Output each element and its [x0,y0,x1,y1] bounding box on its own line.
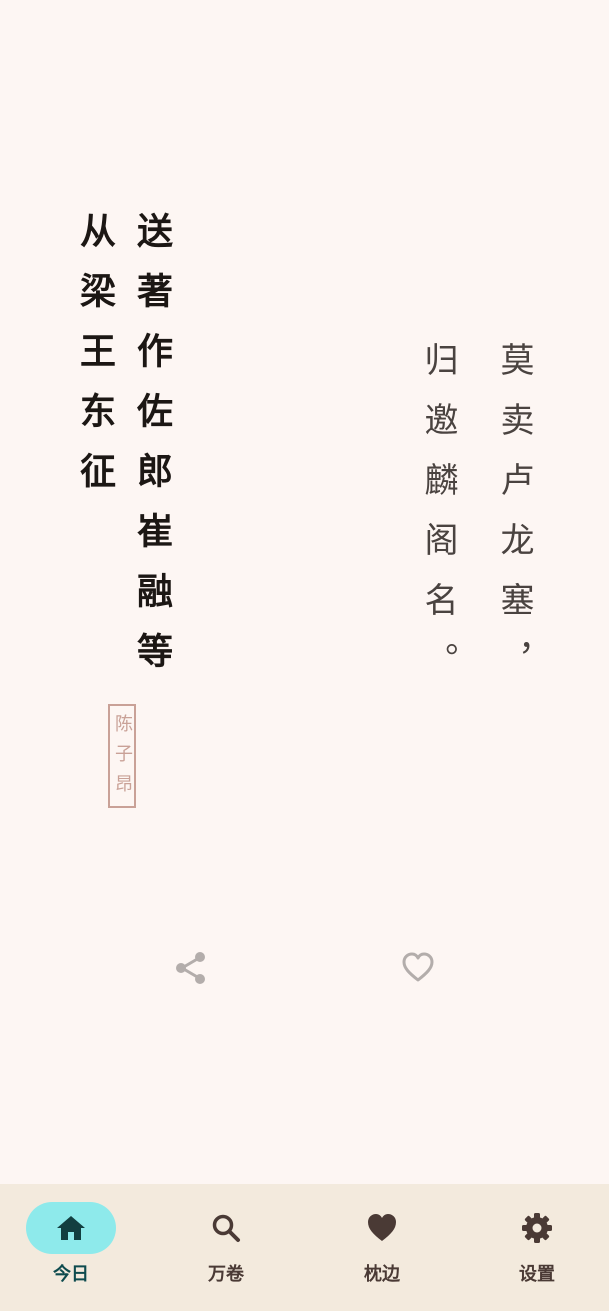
nav-item-favorites[interactable]: 枕边 [317,1184,447,1311]
nav-item-settings[interactable]: 设置 [472,1184,602,1311]
poem-title-line-1: 送著作佐郎崔融等 [131,212,173,692]
nav-item-today[interactable]: 今日 [6,1184,136,1311]
heart-icon [368,1214,396,1241]
search-icon [212,1214,240,1242]
poem-title-line-2: 从梁王东征 [74,212,116,512]
nav-active-indicator [26,1202,116,1254]
nav-label-settings: 设置 [519,1264,555,1285]
verse-line-1: 莫卖卢龙塞， [494,342,534,702]
nav-label-favorites: 枕边 [364,1264,400,1285]
home-icon [57,1216,85,1240]
nav-item-search[interactable]: 万卷 [161,1184,291,1311]
nav-label-search: 万卷 [208,1264,244,1285]
bottom-navigation: 今日 万卷 枕边 设置 [0,1184,609,1311]
share-icon[interactable] [174,951,208,985]
nav-label-today: 今日 [53,1264,89,1285]
author-seal[interactable]: 陈子昂 [108,704,136,808]
heart-outline-icon[interactable] [401,951,435,985]
gear-icon [522,1213,552,1243]
verse-line-2: 归邀麟阁名。 [418,342,458,702]
author-name: 陈子昂 [112,714,133,804]
